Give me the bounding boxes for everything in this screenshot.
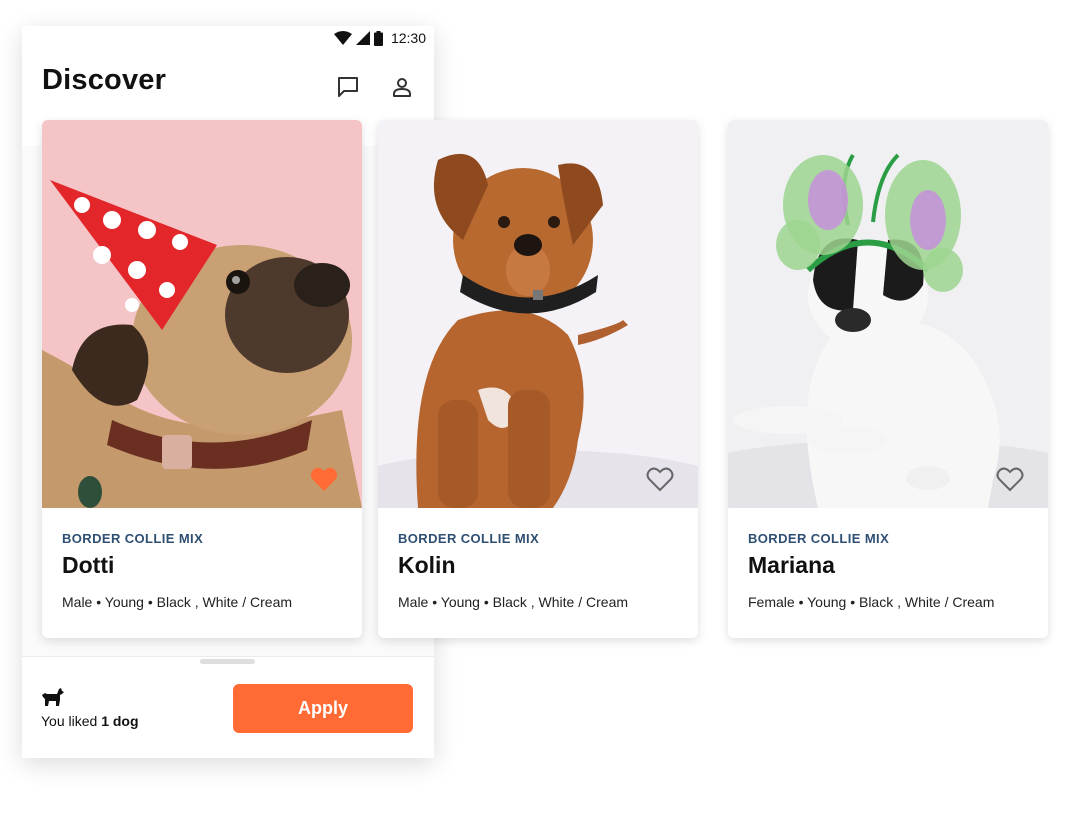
page-title: Discover bbox=[42, 64, 167, 96]
liked-summary: You liked 1 dog bbox=[41, 713, 139, 729]
liked-count: 1 dog bbox=[101, 713, 139, 729]
apply-button[interactable]: Apply bbox=[233, 684, 413, 733]
dog-name: Kolin bbox=[398, 552, 456, 578]
dog-name: Dotti bbox=[62, 552, 115, 578]
dog-details: Female • Young • Black , White / Cream bbox=[748, 594, 995, 610]
status-bar: 12:30 bbox=[22, 26, 434, 52]
liked-prefix: You liked bbox=[41, 713, 98, 729]
battery-icon bbox=[373, 30, 383, 46]
dog-photo bbox=[378, 120, 698, 508]
person-icon bbox=[393, 78, 411, 97]
dog-details: Male • Young • Black , White / Cream bbox=[62, 594, 293, 610]
profile-button[interactable] bbox=[389, 74, 415, 100]
messages-button[interactable] bbox=[335, 74, 361, 100]
heart-outline-icon[interactable] bbox=[996, 466, 1024, 492]
dog-photo bbox=[728, 120, 1048, 508]
dog-details: Male • Young • Black , White / Cream bbox=[398, 594, 629, 610]
status-time: 12:30 bbox=[390, 30, 426, 46]
dog-breed: BORDER COLLIE MIX bbox=[62, 531, 204, 546]
dog-icon bbox=[42, 688, 64, 706]
dog-card[interactable]: BORDER COLLIE MIX Mariana Female • Young… bbox=[728, 120, 1048, 638]
dog-photo bbox=[42, 120, 362, 508]
chat-bubble-icon bbox=[338, 77, 358, 97]
dog-name: Mariana bbox=[748, 552, 835, 578]
bottom-bar: You liked 1 dog Apply bbox=[22, 656, 434, 758]
dog-card[interactable]: BORDER COLLIE MIX Kolin Male • Young • B… bbox=[378, 120, 698, 638]
heart-outline-icon[interactable] bbox=[646, 466, 674, 492]
signal-icon bbox=[355, 31, 370, 45]
dog-card[interactable]: BORDER COLLIE MIX Dotti Male • Young • B… bbox=[42, 120, 362, 638]
heart-filled-icon[interactable] bbox=[310, 466, 338, 492]
dog-breed: BORDER COLLIE MIX bbox=[398, 531, 540, 546]
dog-breed: BORDER COLLIE MIX bbox=[748, 531, 890, 546]
drag-handle[interactable] bbox=[200, 659, 255, 664]
wifi-icon bbox=[333, 31, 352, 45]
